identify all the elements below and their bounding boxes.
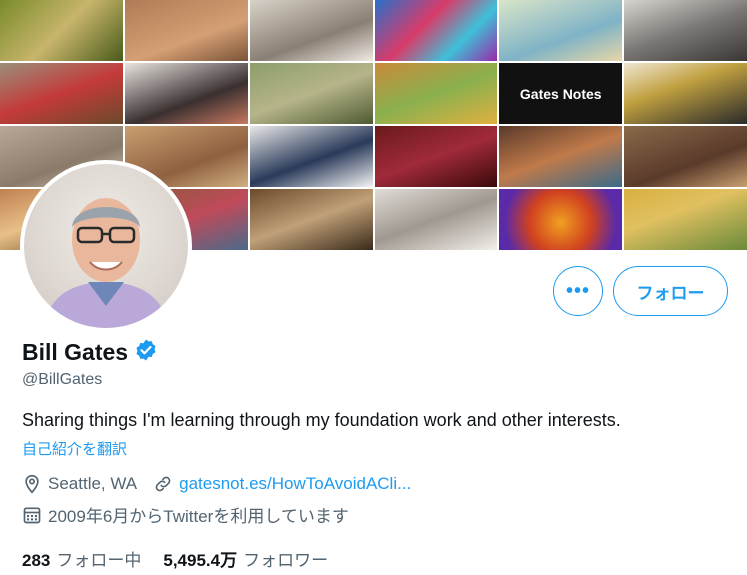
verified-badge-icon xyxy=(134,338,158,367)
banner-photo-stage xyxy=(374,126,498,187)
location-pin-icon xyxy=(22,474,42,494)
link-icon xyxy=(153,474,173,494)
banner-photo-meeting xyxy=(249,0,373,61)
profile-avatar[interactable] xyxy=(20,160,192,332)
banner-photo-students xyxy=(124,63,248,124)
more-options-button[interactable]: ••• xyxy=(553,266,603,316)
following-stat[interactable]: 283 フォロー中 xyxy=(22,546,141,571)
banner-photo-people xyxy=(124,0,248,61)
banner-photo-women xyxy=(0,63,123,124)
banner-photo-library xyxy=(249,189,373,250)
profile-location: Seattle, WA xyxy=(48,474,138,493)
banner-photo-village xyxy=(249,63,373,124)
profile-name: Bill Gates xyxy=(22,339,129,365)
banner-photo-crowd xyxy=(499,126,623,187)
profile-handle: @BillGates xyxy=(22,371,103,388)
translate-bio-link[interactable]: 自己紹介を翻訳 xyxy=(22,438,127,459)
banner-photo-insect xyxy=(0,0,123,61)
follow-button[interactable]: フォロー xyxy=(613,266,728,316)
profile-joined-row: 2009年6月からTwitterを利用しています xyxy=(22,502,349,527)
banner-photo-plant xyxy=(499,0,623,61)
avatar-portrait xyxy=(44,198,168,328)
profile-website-link[interactable]: gatesnot.es/HowToAvoidACli... xyxy=(179,474,411,494)
following-label: フォロー中 xyxy=(56,551,142,570)
banner-photo-farmer xyxy=(374,63,498,124)
banner-photo-whiteboard xyxy=(249,126,373,187)
banner-photo-kitchen xyxy=(374,189,498,250)
profile-meta-row: Seattle, WA gatesnot.es/HowToAvoidACli..… xyxy=(22,474,411,494)
gates-notes-logo: Gates Notes xyxy=(499,63,623,124)
banner-photo-suits xyxy=(624,63,747,124)
avatar-photo xyxy=(24,164,188,328)
calendar-icon xyxy=(22,505,42,525)
followers-stat[interactable]: 5,495.4万 フォロワー xyxy=(163,546,328,571)
profile-bio: Sharing things I'm learning through my f… xyxy=(22,410,621,430)
followers-label: フォロワー xyxy=(243,551,329,570)
profile-stats: 283 フォロー中 5,495.4万 フォロワー xyxy=(22,546,350,571)
banner-photo-market xyxy=(624,189,747,250)
following-count: 283 xyxy=(22,551,51,570)
banner-photo-workshop xyxy=(624,0,747,61)
profile-joined-date: 2009年6月からTwitterを利用しています xyxy=(48,507,349,526)
banner-photo-brain xyxy=(499,189,623,250)
banner-photo-alley xyxy=(624,126,747,187)
profile-name-row: Bill Gates xyxy=(22,338,158,367)
followers-count: 5,495.4万 xyxy=(163,551,238,570)
banner-photo-pattern xyxy=(374,0,498,61)
